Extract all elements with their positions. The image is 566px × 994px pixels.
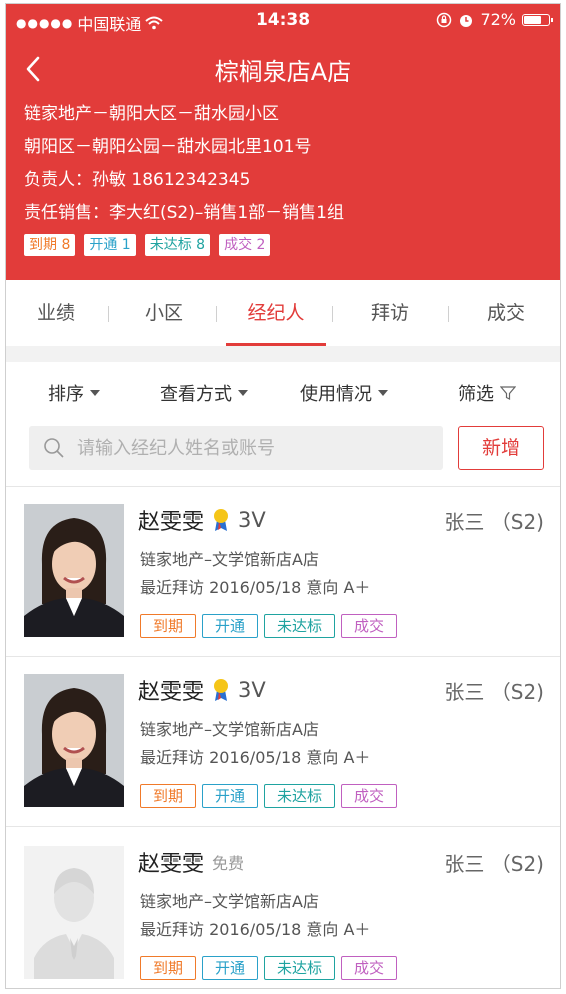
phone-screen: ●●●●● 中国联通 14:38 72% 棕榈泉店A店 链家地产－朝阳大区－甜水… — [5, 3, 561, 989]
tag-below-target: 未达标 8 — [144, 234, 211, 256]
page-title: 棕榈泉店A店 — [214, 58, 352, 86]
tag-deals: 成交 2 — [219, 234, 271, 256]
filter-label: 筛选 — [458, 384, 494, 405]
store-info: 链家地产－朝阳大区－甜水园小区 朝阳区－朝阳公园－甜水园北里101号 负责人：孙… — [24, 98, 344, 230]
section-gap — [6, 346, 560, 362]
avatar-placeholder — [24, 846, 124, 979]
tag-below-target: 未达标 — [264, 956, 336, 980]
usage-dropdown[interactable]: 使用情况 — [300, 380, 388, 406]
tag-expired: 到期 8 — [24, 234, 76, 256]
tab-divider — [108, 306, 109, 322]
store-header: ●●●●● 中国联通 14:38 72% 棕榈泉店A店 链家地产－朝阳大区－甜水… — [6, 4, 560, 280]
tab-performance[interactable]: 业绩 — [6, 280, 106, 346]
agent-office: 链家地产–文学馆新店A店 — [140, 720, 319, 739]
tag-deals: 成交 — [341, 614, 398, 638]
tab-divider — [332, 306, 333, 322]
list-divider — [6, 826, 560, 827]
medal-icon — [214, 509, 229, 531]
status-right: 72% — [436, 10, 553, 29]
free-badge: 免费 — [212, 854, 245, 873]
agent-tags: 到期 开通 未达标 成交 — [140, 614, 398, 638]
tag-deals: 成交 — [341, 956, 398, 980]
agent-name: 赵雯雯 — [138, 680, 205, 705]
tag-below-target: 未达标 — [264, 784, 336, 808]
agent-last-visit: 最近拜访 2016/05/18 意向 A＋ — [140, 578, 371, 597]
status-bar: ●●●●● 中国联通 14:38 72% — [6, 4, 560, 36]
store-sales: 责任销售：李大红(S2)–销售1部－销售1组 — [24, 203, 345, 223]
battery-icon — [522, 13, 553, 26]
filter-button[interactable]: 筛选 — [458, 380, 516, 406]
tab-deals[interactable]: 成交 — [456, 280, 556, 346]
tag-opened: 开通 — [202, 614, 259, 638]
usage-label: 使用情况 — [300, 384, 372, 405]
agent-owner: 张三 （S2) — [444, 680, 544, 704]
tab-visits[interactable]: 拜访 — [340, 280, 440, 346]
store-manager: 负责人：孙敏 18612342345 — [24, 170, 251, 190]
tab-community[interactable]: 小区 — [114, 280, 214, 346]
store-tags: 到期 8 开通 1 未达标 8 成交 2 — [24, 234, 271, 256]
tag-below-target: 未达标 — [264, 614, 336, 638]
tag-deals: 成交 — [341, 784, 398, 808]
agent-owner: 张三 （S2) — [444, 852, 544, 876]
agent-last-visit: 最近拜访 2016/05/18 意向 A＋ — [140, 748, 371, 767]
caret-down-icon — [378, 390, 388, 396]
agent-name: 赵雯雯 — [138, 852, 205, 877]
tag-expired: 到期 — [140, 784, 197, 808]
search-icon — [44, 438, 64, 458]
agent-name-row: 赵雯雯 免费 — [138, 846, 244, 878]
agent-owner: 张三 （S2) — [444, 510, 544, 534]
sort-dropdown[interactable]: 排序 — [48, 380, 100, 406]
filter-bar: 排序 查看方式 使用情况 筛选 — [6, 362, 560, 422]
tag-expired: 到期 — [140, 614, 197, 638]
rotation-lock-icon — [437, 12, 452, 27]
tab-divider — [216, 306, 217, 322]
agent-tags: 到期 开通 未达标 成交 — [140, 784, 398, 808]
add-agent-button[interactable]: 新增 — [458, 426, 544, 470]
tab-bar: 业绩 小区 经纪人 拜访 成交 — [6, 280, 560, 347]
medal-icon — [214, 679, 229, 701]
list-item[interactable]: 赵雯雯 免费 张三 （S2) 链家地产–文学馆新店A店 最近拜访 2016/05… — [6, 828, 560, 988]
caret-down-icon — [238, 390, 248, 396]
tag-opened: 开通 — [202, 784, 259, 808]
view-mode-label: 查看方式 — [160, 384, 232, 405]
tab-agents[interactable]: 经纪人 — [226, 280, 326, 346]
store-region: 链家地产－朝阳大区－甜水园小区 — [24, 104, 279, 124]
battery-percent: 72% — [480, 10, 516, 29]
nav-bar: 棕榈泉店A店 — [6, 44, 560, 94]
store-address: 朝阳区－朝阳公园－甜水园北里101号 — [24, 137, 312, 157]
tag-expired: 到期 — [140, 956, 197, 980]
list-item[interactable]: 赵雯雯 3V 张三 （S2) 链家地产–文学馆新店A店 最近拜访 2016/05… — [6, 656, 560, 826]
agent-photo — [24, 674, 124, 807]
tag-opened: 开通 1 — [84, 234, 136, 256]
agent-level: 3V — [238, 508, 266, 532]
view-mode-dropdown[interactable]: 查看方式 — [160, 380, 248, 406]
agent-name-row: 赵雯雯 3V — [138, 504, 266, 536]
agent-name-row: 赵雯雯 3V — [138, 674, 266, 706]
agent-level: 3V — [238, 678, 266, 702]
funnel-icon — [500, 386, 516, 400]
sort-label: 排序 — [48, 384, 84, 405]
agent-office: 链家地产–文学馆新店A店 — [140, 892, 319, 911]
list-item[interactable]: 赵雯雯 3V 张三 （S2) 链家地产–文学馆新店A店 最近拜访 2016/05… — [6, 486, 560, 656]
caret-down-icon — [90, 390, 100, 396]
search-box[interactable] — [29, 426, 443, 470]
agent-office: 链家地产–文学馆新店A店 — [140, 550, 319, 569]
agent-photo — [24, 504, 124, 637]
tab-divider — [448, 306, 449, 322]
agent-tags: 到期 开通 未达标 成交 — [140, 956, 398, 980]
tag-opened: 开通 — [202, 956, 259, 980]
battery-fill — [524, 15, 541, 24]
agent-name: 赵雯雯 — [138, 510, 205, 535]
search-input[interactable] — [75, 436, 419, 460]
agent-last-visit: 最近拜访 2016/05/18 意向 A＋ — [140, 920, 371, 939]
alarm-icon — [460, 14, 473, 27]
